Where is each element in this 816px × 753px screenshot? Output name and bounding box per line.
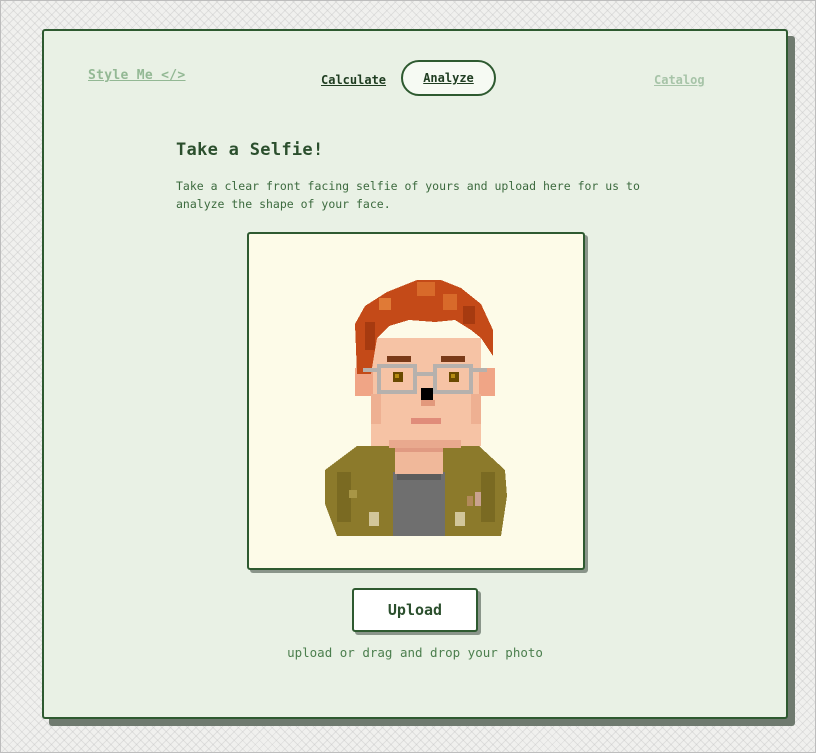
- upload-hint: upload or drag and drop your photo: [287, 645, 543, 660]
- nav-link-catalog[interactable]: Catalog: [654, 73, 705, 87]
- brand-logo-link[interactable]: Style Me </>: [88, 68, 186, 83]
- upload-button[interactable]: Upload: [352, 588, 478, 632]
- page-description: Take a clear front facing selfie of your…: [176, 179, 640, 211]
- nav-link-calculate[interactable]: Calculate: [321, 73, 386, 87]
- photo-preview[interactable]: [247, 232, 585, 570]
- nav-link-analyze-label: Analyze: [423, 71, 474, 85]
- nav-link-analyze[interactable]: Analyze: [401, 60, 496, 96]
- main-card: Style Me </> Calculate Analyze Catalog T…: [42, 29, 788, 719]
- page-title: Take a Selfie!: [176, 140, 324, 160]
- pixel-art-portrait-icon: [325, 280, 507, 536]
